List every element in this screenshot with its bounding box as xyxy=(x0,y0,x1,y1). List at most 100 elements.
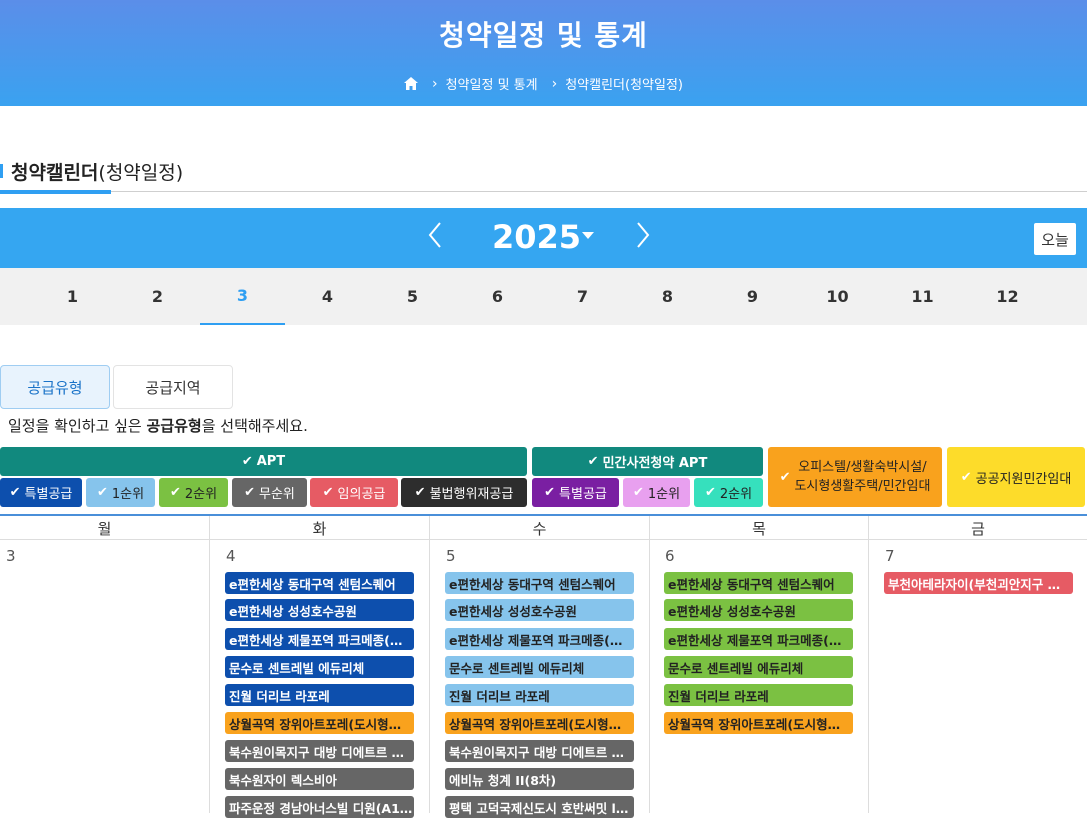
date-number: 3 xyxy=(6,547,16,565)
weekday-label: 목 xyxy=(752,519,766,538)
event-item[interactable]: 상월곡역 장위아트포레(도시형… xyxy=(225,712,414,734)
chip-presale-second[interactable]: ✔ 2순위 xyxy=(694,478,763,507)
check-icon: ✔ xyxy=(169,485,181,500)
check-icon: ✔ xyxy=(779,469,791,485)
event-item[interactable]: 북수원이목지구 대방 디에트르 … xyxy=(445,740,634,762)
check-icon: ✔ xyxy=(9,485,21,500)
year-dropdown-icon[interactable] xyxy=(582,232,594,239)
chip-label: 무순위 xyxy=(259,487,295,502)
chip-illegal-resupply[interactable]: ✔ 불법행위재공급 xyxy=(401,478,527,507)
month-tab[interactable]: 7 xyxy=(540,268,625,325)
category-public-rental[interactable]: ✔ 공공지원민간임대 xyxy=(947,447,1085,507)
event-item[interactable]: e편한세상 성성호수공원 xyxy=(225,599,414,621)
title-underline xyxy=(0,190,111,194)
month-tab[interactable]: 11 xyxy=(880,268,965,325)
chip-label: 2순위 xyxy=(719,487,753,502)
month-tab[interactable]: 2 xyxy=(115,268,200,325)
event-item[interactable]: 진월 더리브 라포레 xyxy=(225,684,414,706)
chip-label: 1순위 xyxy=(647,487,681,502)
chip-second-priority[interactable]: ✔ 2순위 xyxy=(159,478,228,507)
check-icon: ✔ xyxy=(587,454,599,469)
event-item[interactable]: 상월곡역 장위아트포레(도시형… xyxy=(664,712,853,734)
month-tab[interactable]: 6 xyxy=(455,268,540,325)
event-item[interactable]: 북수원이목지구 대방 디에트르 … xyxy=(225,740,414,762)
event-item[interactable]: e편한세상 동대구역 센텀스퀘어 xyxy=(664,572,853,594)
event-item[interactable]: e편한세상 제물포역 파크메종(… xyxy=(225,628,414,650)
event-item[interactable]: 북수원자이 렉스비아 xyxy=(225,768,414,790)
tab-supply-region[interactable]: 공급지역 xyxy=(113,365,233,409)
breadcrumb-item[interactable]: 청약일정 및 통계 xyxy=(446,74,538,93)
event-item[interactable]: e편한세상 제물포역 파크메종(… xyxy=(664,628,853,650)
chip-label: 특별공급 xyxy=(24,487,73,502)
next-year-button[interactable] xyxy=(636,222,650,255)
check-icon: ✔ xyxy=(322,485,334,500)
event-item[interactable]: e편한세상 제물포역 파크메종(… xyxy=(445,628,634,650)
check-icon: ✔ xyxy=(960,469,972,485)
category-public-label: 공공지원민간임대 xyxy=(975,471,1072,487)
check-icon: ✔ xyxy=(544,485,556,500)
event-item[interactable]: e편한세상 동대구역 센텀스퀘어 xyxy=(225,572,414,594)
month-tab[interactable]: 9 xyxy=(710,268,795,325)
chip-presale-first[interactable]: ✔ 1순위 xyxy=(623,478,690,507)
tab-supply-type[interactable]: 공급유형 xyxy=(0,365,110,409)
home-icon[interactable] xyxy=(403,77,418,90)
breadcrumb-item[interactable]: 청약캘린더(청약일정) xyxy=(565,74,683,93)
event-item[interactable]: 파주운정 경남아너스빌 디원(A1… xyxy=(225,796,414,818)
month-tab-active[interactable]: 3 xyxy=(200,268,285,325)
event-item[interactable]: 진월 더리브 라포레 xyxy=(445,684,634,706)
chip-label: 특별공급 xyxy=(559,487,607,502)
event-item[interactable]: 진월 더리브 라포레 xyxy=(664,684,853,706)
date-number: 7 xyxy=(885,547,895,565)
column-divider xyxy=(649,516,650,813)
year-navigator: 2025 오늘 xyxy=(0,208,1087,268)
check-icon: ✔ xyxy=(414,485,426,500)
chip-label: 임의공급 xyxy=(337,487,386,502)
event-item[interactable]: e편한세상 성성호수공원 xyxy=(445,599,634,621)
event-item[interactable]: 문수로 센트레빌 에듀리체 xyxy=(664,656,853,678)
category-presale-label: 민간사전청약 APT xyxy=(602,456,708,471)
prev-year-button[interactable] xyxy=(428,222,442,255)
weekday-label: 월 xyxy=(97,519,112,538)
column-divider xyxy=(429,516,430,813)
chevron-right-icon: › xyxy=(551,75,558,92)
today-button[interactable]: 오늘 xyxy=(1034,223,1076,255)
chip-presale-special[interactable]: ✔ 특별공급 xyxy=(532,478,619,507)
event-item[interactable]: 상월곡역 장위아트포레(도시형… xyxy=(445,712,634,734)
category-apt[interactable]: ✔ APT xyxy=(0,447,527,476)
breadcrumb: › 청약일정 및 통계 › 청약캘린더(청약일정) xyxy=(0,74,1087,93)
date-number: 5 xyxy=(446,547,456,565)
category-presale-apt[interactable]: ✔ 민간사전청약 APT xyxy=(532,447,763,476)
year-label: 2025 xyxy=(492,218,582,256)
guide-text: 일정을 확인하고 싶은 공급유형을 선택해주세요. xyxy=(8,415,308,436)
month-tab[interactable]: 4 xyxy=(285,268,370,325)
month-tab[interactable]: 10 xyxy=(795,268,880,325)
category-officetel[interactable]: ✔ 오피스텔/생활숙박시설/ 도시형생활주택/민간임대 xyxy=(768,447,942,507)
weekday-label: 금 xyxy=(971,519,985,538)
check-icon: ✔ xyxy=(96,485,108,500)
chip-arbitrary-supply[interactable]: ✔ 임의공급 xyxy=(310,478,398,507)
chip-special-supply[interactable]: ✔ 특별공급 xyxy=(0,478,82,507)
month-tab[interactable]: 5 xyxy=(370,268,455,325)
event-item[interactable]: 문수로 센트레빌 에듀리체 xyxy=(445,656,634,678)
event-item[interactable]: 문수로 센트레빌 에듀리체 xyxy=(225,656,414,678)
chip-no-priority[interactable]: ✔ 무순위 xyxy=(232,478,307,507)
title-marker xyxy=(0,164,3,178)
date-number: 6 xyxy=(665,547,675,565)
chip-label: 1순위 xyxy=(111,487,145,502)
month-tabs: 1 2 3 4 5 6 7 8 9 10 11 12 xyxy=(0,268,1087,325)
chip-label: 2순위 xyxy=(184,487,218,502)
event-item[interactable]: 평택 고덕국제신도시 호반써밋 l… xyxy=(445,796,634,818)
month-tab[interactable]: 12 xyxy=(965,268,1050,325)
event-item[interactable]: e편한세상 동대구역 센텀스퀘어 xyxy=(445,572,634,594)
month-tab[interactable]: 1 xyxy=(30,268,115,325)
month-tab[interactable]: 8 xyxy=(625,268,710,325)
event-item[interactable]: 에비뉴 청계 II(8차) xyxy=(445,768,634,790)
category-apt-label: APT xyxy=(256,454,286,469)
divider xyxy=(0,191,1087,192)
event-item[interactable]: 부천아테라자이(부천괴안지구 … xyxy=(884,572,1073,594)
chip-first-priority[interactable]: ✔ 1순위 xyxy=(86,478,155,507)
page-header: 청약일정 및 통계 › 청약일정 및 통계 › 청약캘린더(청약일정) xyxy=(0,0,1087,106)
event-item[interactable]: e편한세상 성성호수공원 xyxy=(664,599,853,621)
page-title-rest: (청약일정) xyxy=(98,161,184,184)
weekday-label: 화 xyxy=(312,519,327,538)
